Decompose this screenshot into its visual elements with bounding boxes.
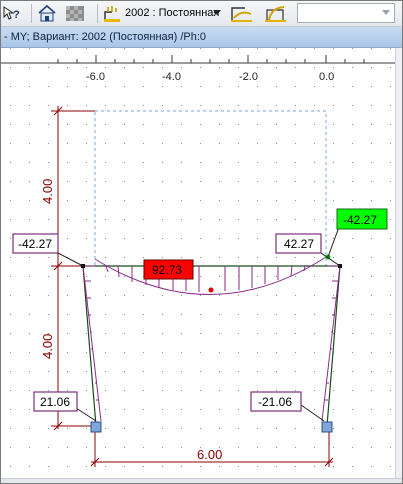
moment-value: 92.73 (152, 263, 182, 277)
moment-value: -42.27 (343, 213, 377, 227)
context-help-button[interactable]: ? (3, 5, 23, 24)
ruler-tick-label: -4.0 (162, 71, 181, 83)
moment-value: -42.27 (18, 237, 52, 251)
value-label-midspan[interactable]: 92.73 (143, 259, 194, 280)
left-support[interactable] (90, 421, 102, 433)
lower-height-label: 4.00 (40, 334, 55, 359)
upper-height-label: 4.00 (40, 179, 55, 204)
structure-diagram[interactable]: -6.0 -4.0 -2.0 0.0 4.00 4.00 6.00 -42.27… (1, 48, 402, 483)
grid-pattern-button[interactable] (65, 4, 85, 23)
diagram-view-button[interactable] (229, 4, 255, 23)
help-pointer-icon: ? (3, 6, 20, 21)
value-label-right-top[interactable]: 42.27 (275, 233, 322, 254)
chevron-down-icon[interactable] (382, 10, 390, 15)
app-window: ? 2002 : Постоянная - MY; Вариант: 2002 … (0, 0, 403, 484)
max-moment-point[interactable] (208, 287, 214, 293)
moment-diagram-icon (231, 7, 252, 22)
ruler-tick-label: 0.0 (319, 71, 334, 83)
variant-select[interactable]: 2002 : Постоянная (125, 4, 225, 22)
deformation-view-button[interactable] (263, 4, 289, 23)
checker-pattern-icon (66, 6, 84, 21)
value-label-right-extreme[interactable]: -42.27 (336, 208, 388, 230)
drawing-canvas[interactable]: -6.0 -4.0 -2.0 0.0 4.00 4.00 6.00 -42.27… (1, 48, 402, 483)
span-label: 6.00 (197, 447, 222, 462)
toolbar: ? 2002 : Постоянная (1, 1, 402, 27)
moment-value: 42.27 (284, 237, 314, 251)
ruler-tick-label: -2.0 (239, 71, 258, 83)
value-label-left-bottom[interactable]: 21.06 (33, 391, 78, 412)
home-view-button[interactable] (37, 4, 57, 23)
window-title: - MY; Вариант: 2002 (Постоянная) /Ph:0 (1, 27, 402, 48)
moment-value: -21.06 (258, 395, 292, 409)
chevron-down-icon[interactable] (213, 10, 221, 15)
value-label-right-bottom[interactable]: -21.06 (250, 391, 302, 412)
toolbar-separator (97, 4, 98, 23)
ruler-tick-label: -6.0 (86, 71, 105, 83)
value-label-left-top[interactable]: -42.27 (12, 233, 59, 254)
toolbar-separator (31, 4, 32, 23)
moment-value: 21.06 (40, 395, 70, 409)
vertical-scrollbar[interactable] (395, 48, 402, 483)
display-combo[interactable] (297, 3, 395, 23)
deformed-frame-icon (265, 6, 286, 22)
house-icon (38, 4, 56, 22)
help-glyph: ? (13, 9, 20, 21)
load-case-button[interactable] (102, 4, 122, 23)
right-support[interactable] (321, 421, 333, 433)
load-case-icon (104, 6, 120, 22)
horizontal-scrollbar[interactable] (1, 478, 402, 483)
